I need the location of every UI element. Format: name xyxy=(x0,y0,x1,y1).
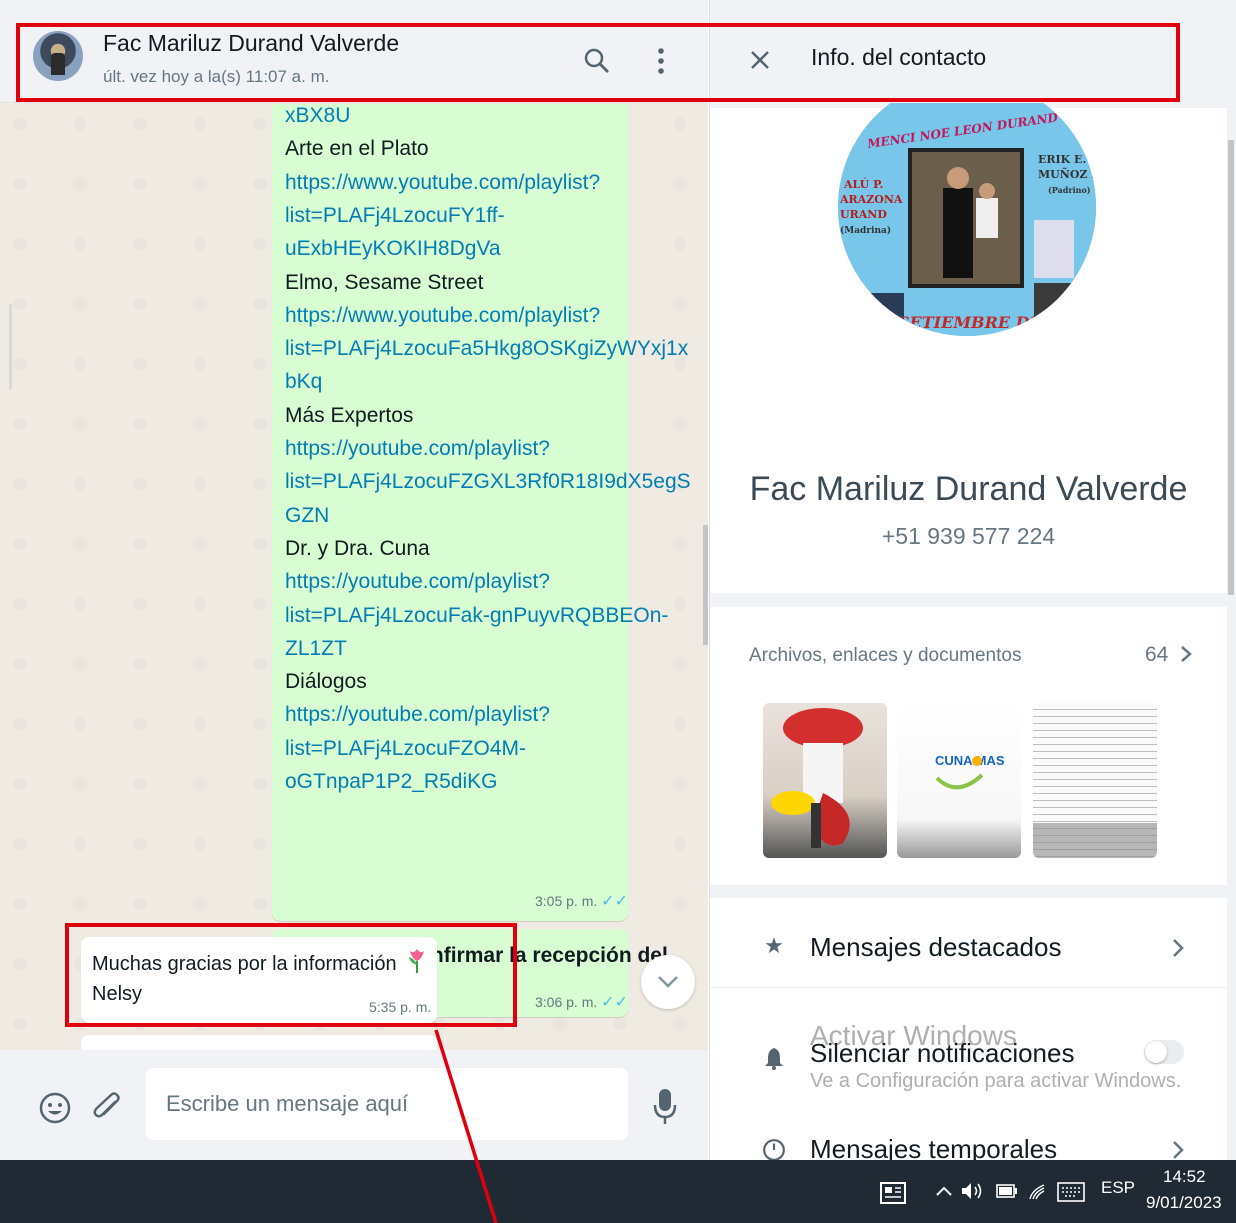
emoji-button[interactable] xyxy=(35,1088,75,1128)
windows-taskbar: ESP 14:52 9/01/2023 xyxy=(0,1160,1236,1223)
clock-date[interactable]: 9/01/2023 xyxy=(1146,1193,1222,1213)
settings-section: ★ Mensajes destacados Activar Windows Si… xyxy=(710,898,1227,1160)
message-text: Arte en el Plato xyxy=(285,137,429,161)
message-link[interactable]: list=PLAFj4LzocuFak-gnPuyvRQBBEOn- xyxy=(285,599,668,632)
pen-icon[interactable] xyxy=(1027,1182,1047,1202)
read-ticks-icon: ✓✓ xyxy=(601,994,628,1011)
message-link[interactable]: https://www.youtube.com/playlist? xyxy=(285,299,600,332)
toggle-knob xyxy=(1145,1041,1167,1063)
message-link[interactable]: list=PLAFj4LzocuFZGXL3Rf0R18I9dX5egS xyxy=(285,465,691,498)
message-text: Diálogos xyxy=(285,670,367,694)
media-thumbnail[interactable] xyxy=(763,703,887,858)
news-widget-icon[interactable] xyxy=(880,1182,906,1204)
message-link[interactable]: bKq xyxy=(285,365,322,398)
message-text: Dr. y Dra. Cuna xyxy=(285,536,430,560)
scroll-to-bottom-button[interactable] xyxy=(641,955,695,1009)
annotation-highlight-box xyxy=(65,923,517,1027)
volume-icon[interactable] xyxy=(960,1180,984,1202)
baptism-photo-image: BAUTI MENCI NOE LEON DURAND ALÚ P. ARAZO… xyxy=(838,78,1096,336)
document-image xyxy=(1033,823,1157,858)
media-thumbnail[interactable] xyxy=(1033,703,1157,858)
paperclip-icon xyxy=(93,1092,120,1118)
battery-icon[interactable] xyxy=(996,1184,1018,1198)
chevron-right-icon xyxy=(1181,646,1193,662)
voice-message-button[interactable] xyxy=(645,1085,685,1129)
message-link[interactable]: ZL1ZT xyxy=(285,632,347,665)
media-count[interactable]: 64 xyxy=(1145,643,1193,667)
chevron-right-icon xyxy=(1173,1141,1184,1159)
message-text: Más Expertos xyxy=(285,403,414,427)
timer-icon xyxy=(763,1139,785,1160)
emoji-icon xyxy=(39,1092,71,1124)
svg-text:CUNA MAS: CUNA MAS xyxy=(935,753,1005,768)
windows-activation-watermark: Ve a Configuración para activar Windows. xyxy=(810,1070,1182,1092)
read-ticks-icon: ✓✓ xyxy=(601,893,628,910)
incoming-message[interactable] xyxy=(81,1035,437,1050)
message-list[interactable]: xBX8U Arte en el Plato https://www.youtube… xyxy=(0,104,708,1050)
scrollbar-edge[interactable] xyxy=(9,304,12,389)
message-link[interactable]: xBX8U xyxy=(285,104,350,132)
profile-phone: +51 939 577 224 xyxy=(881,523,1056,549)
annotation-highlight-box xyxy=(16,23,1180,102)
message-text: Elmo, Sesame Street xyxy=(285,270,484,294)
message-link[interactable]: list=PLAFj4LzocuFa5Hkg8OSKgiZyWYxj1x xyxy=(285,332,688,365)
star-icon: ★ xyxy=(764,933,784,958)
photo-image xyxy=(771,708,863,848)
attach-button[interactable] xyxy=(88,1088,128,1128)
mute-toggle[interactable] xyxy=(1144,1040,1184,1064)
message-time: 3:06 p. m. ✓✓ xyxy=(535,994,628,1011)
mute-notifications-label: Silenciar notificaciones xyxy=(810,1038,1075,1068)
message-link[interactable]: https://youtube.com/playlist? xyxy=(285,432,550,465)
cuna-mas-logo-image: CUNA MAS xyxy=(935,753,1005,790)
keyboard-icon[interactable] xyxy=(1057,1182,1085,1202)
temporary-messages-row[interactable]: Mensajes temporales xyxy=(710,1128,1227,1160)
message-link[interactable]: list=PLAFj4LzocuFZO4M- xyxy=(285,732,526,765)
chevron-up-icon[interactable] xyxy=(935,1185,953,1197)
bell-icon xyxy=(765,1048,783,1070)
chevron-right-icon xyxy=(1173,939,1184,957)
media-section[interactable]: Archivos, enlaces y documentos 64 CUNA M… xyxy=(710,607,1227,885)
message-time: 3:05 p. m. ✓✓ xyxy=(535,893,628,910)
profile-photo[interactable]: BAUTI MENCI NOE LEON DURAND ALÚ P. ARAZO… xyxy=(838,78,1096,336)
scrollbar-thumb[interactable] xyxy=(703,525,708,645)
language-indicator[interactable]: ESP xyxy=(1101,1178,1135,1198)
starred-messages-label: Mensajes destacados xyxy=(810,932,1062,962)
message-link[interactable]: GZN xyxy=(285,499,329,532)
message-link[interactable]: https://youtube.com/playlist? xyxy=(285,565,550,598)
profile-name: Fac Mariluz Durand Valverde xyxy=(749,470,1188,508)
message-link[interactable]: list=PLAFj4LzocuFY1ff- xyxy=(285,199,505,232)
media-thumbnail[interactable]: CUNA MAS xyxy=(897,703,1021,858)
svg-text:SETIEMBRE DE: SETIEMBRE DE xyxy=(898,313,1043,332)
starred-messages-row[interactable]: ★ Mensajes destacados xyxy=(710,898,1227,988)
message-link[interactable]: https://youtube.com/playlist? xyxy=(285,698,550,731)
microphone-icon xyxy=(653,1089,677,1124)
temporary-messages-label: Mensajes temporales xyxy=(810,1134,1058,1160)
media-section-title[interactable]: Archivos, enlaces y documentos xyxy=(749,645,1021,667)
message-composer xyxy=(0,1050,708,1160)
message-link[interactable]: uExbHEyKOKIH8DgVa xyxy=(285,232,501,265)
message-link[interactable]: oGTnpaP1P2_R5diKG xyxy=(285,765,497,798)
message-link[interactable]: https://www.youtube.com/playlist? xyxy=(285,166,600,199)
contact-info-pane: BAUTI MENCI NOE LEON DURAND ALÚ P. ARAZO… xyxy=(709,0,1236,1160)
scrollbar-thumb[interactable] xyxy=(1228,140,1234,595)
clock-time[interactable]: 14:52 xyxy=(1163,1167,1206,1187)
chevron-down-icon xyxy=(658,976,678,988)
outgoing-message[interactable]: xBX8U Arte en el Plato https://www.youtube… xyxy=(272,104,691,921)
profile-card: BAUTI MENCI NOE LEON DURAND ALÚ P. ARAZO… xyxy=(710,78,1227,593)
message-input[interactable] xyxy=(146,1068,628,1140)
